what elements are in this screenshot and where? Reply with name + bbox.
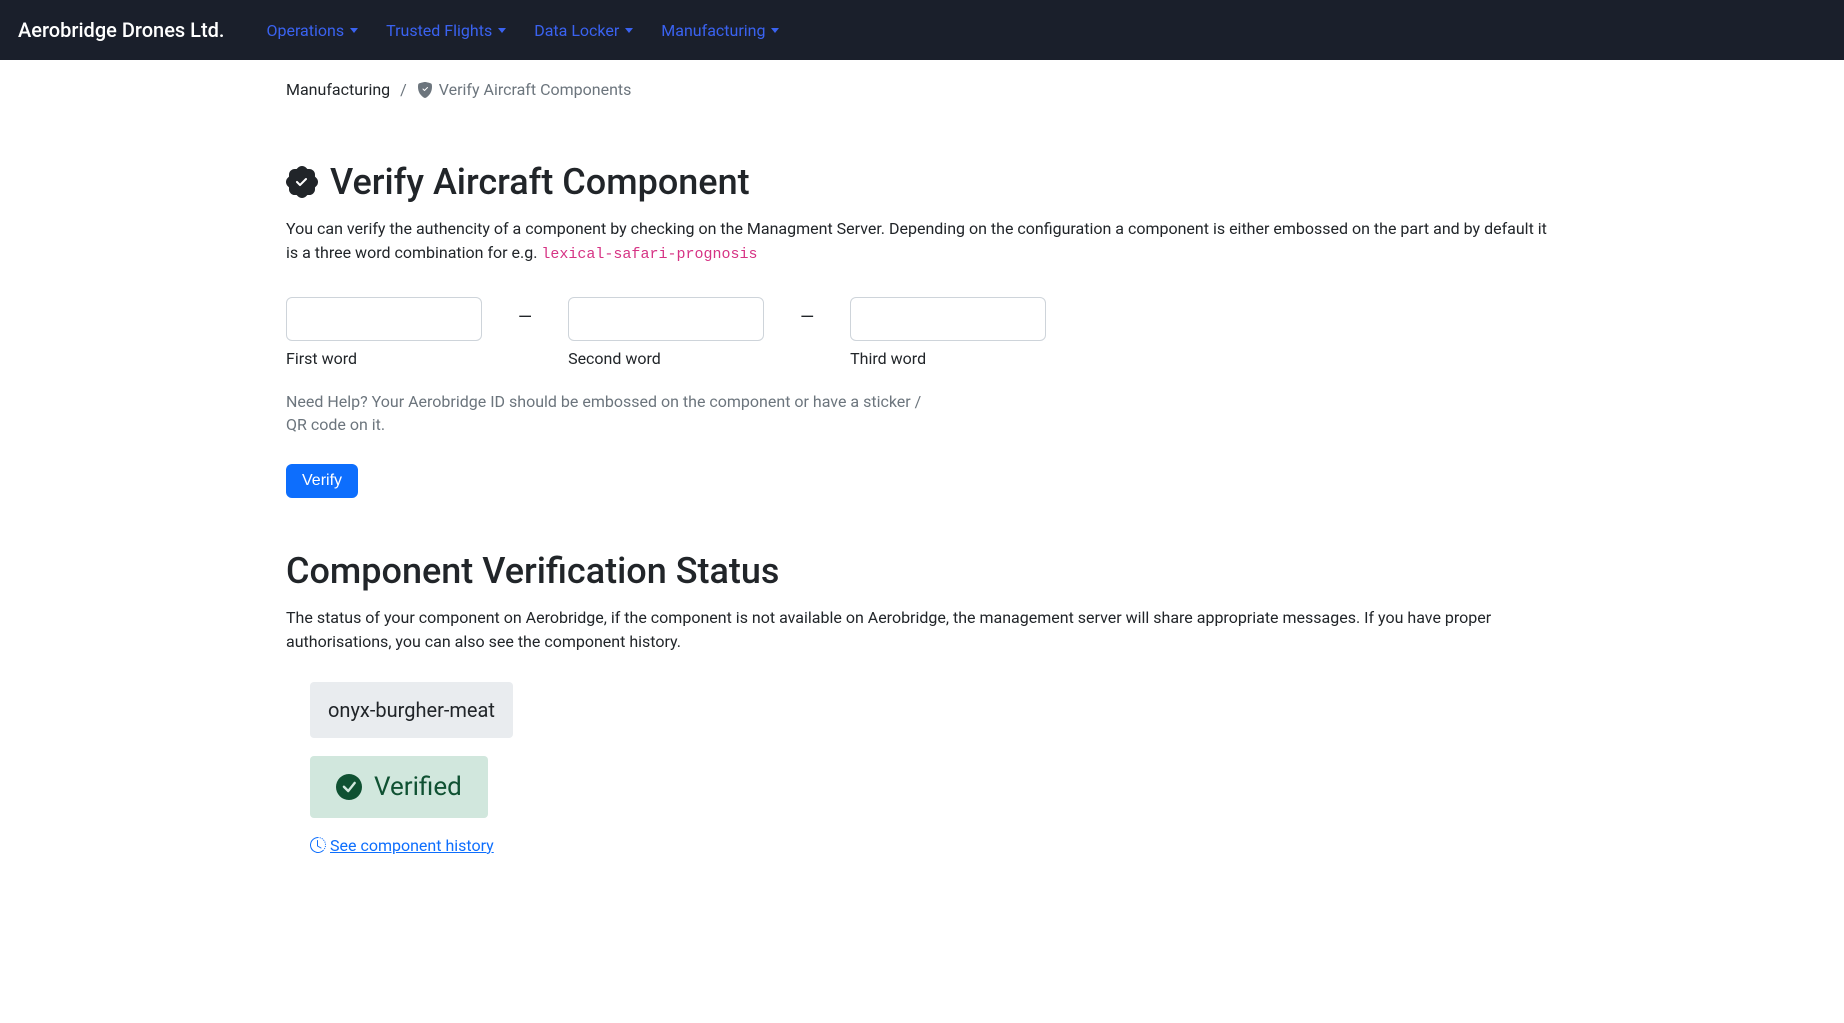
- nav-data-locker[interactable]: Data Locker: [520, 13, 647, 48]
- verify-description: You can verify the authencity of a compo…: [286, 217, 1558, 267]
- breadcrumb-current-label: Verify Aircraft Components: [439, 80, 632, 99]
- second-word-label: Second word: [568, 349, 764, 368]
- verify-input-row: First word — Second word — Third word: [286, 297, 1558, 368]
- patch-check-icon: [286, 166, 318, 198]
- breadcrumb-current: Verify Aircraft Components: [417, 80, 632, 99]
- status-description: The status of your component on Aerobrid…: [286, 606, 1558, 654]
- breadcrumb-root[interactable]: Manufacturing: [286, 80, 390, 99]
- verify-description-text: You can verify the authencity of a compo…: [286, 219, 1547, 262]
- nav-operations[interactable]: Operations: [252, 13, 372, 48]
- second-word-input[interactable]: [568, 297, 764, 341]
- verified-alert: Verified: [310, 756, 488, 818]
- component-history-label: See component history: [330, 836, 494, 855]
- input-separator: —: [482, 297, 568, 328]
- third-word-label: Third word: [850, 349, 1046, 368]
- nav-manufacturing-label: Manufacturing: [661, 21, 765, 40]
- page-title: Verify Aircraft Component: [286, 161, 1558, 203]
- status-title: Component Verification Status: [286, 550, 1558, 592]
- status-column: onyx-burgher-meat Verified See component…: [310, 682, 1558, 855]
- navbar: Aerobridge Drones Ltd. Operations Truste…: [0, 0, 1844, 60]
- brand-link[interactable]: Aerobridge Drones Ltd.: [18, 18, 224, 42]
- caret-down-icon: [625, 28, 633, 33]
- component-history-link[interactable]: See component history: [310, 836, 494, 855]
- caret-down-icon: [498, 28, 506, 33]
- nav-manufacturing[interactable]: Manufacturing: [647, 13, 793, 48]
- verified-badge-icon: [417, 82, 433, 98]
- nav-trusted-flights-label: Trusted Flights: [386, 21, 492, 40]
- component-code-chip: onyx-burgher-meat: [310, 682, 513, 738]
- verified-label: Verified: [374, 772, 462, 802]
- input-separator: —: [764, 297, 850, 328]
- nav-trusted-flights[interactable]: Trusted Flights: [372, 13, 520, 48]
- first-word-input[interactable]: [286, 297, 482, 341]
- first-word-label: First word: [286, 349, 482, 368]
- nav-operations-label: Operations: [266, 21, 344, 40]
- check-circle-icon: [336, 774, 362, 800]
- third-word-input[interactable]: [850, 297, 1046, 341]
- help-text: Need Help? Your Aerobridge ID should be …: [286, 390, 926, 436]
- clock-history-icon: [310, 837, 326, 853]
- page-title-text: Verify Aircraft Component: [330, 161, 750, 203]
- verify-description-code: lexical-safari-prognosis: [541, 246, 757, 263]
- nav-data-locker-label: Data Locker: [534, 21, 619, 40]
- caret-down-icon: [350, 28, 358, 33]
- breadcrumb-separator: /: [390, 80, 417, 99]
- caret-down-icon: [771, 28, 779, 33]
- verify-button[interactable]: Verify: [286, 464, 358, 498]
- breadcrumb: Manufacturing / Verify Aircraft Componen…: [286, 60, 1558, 109]
